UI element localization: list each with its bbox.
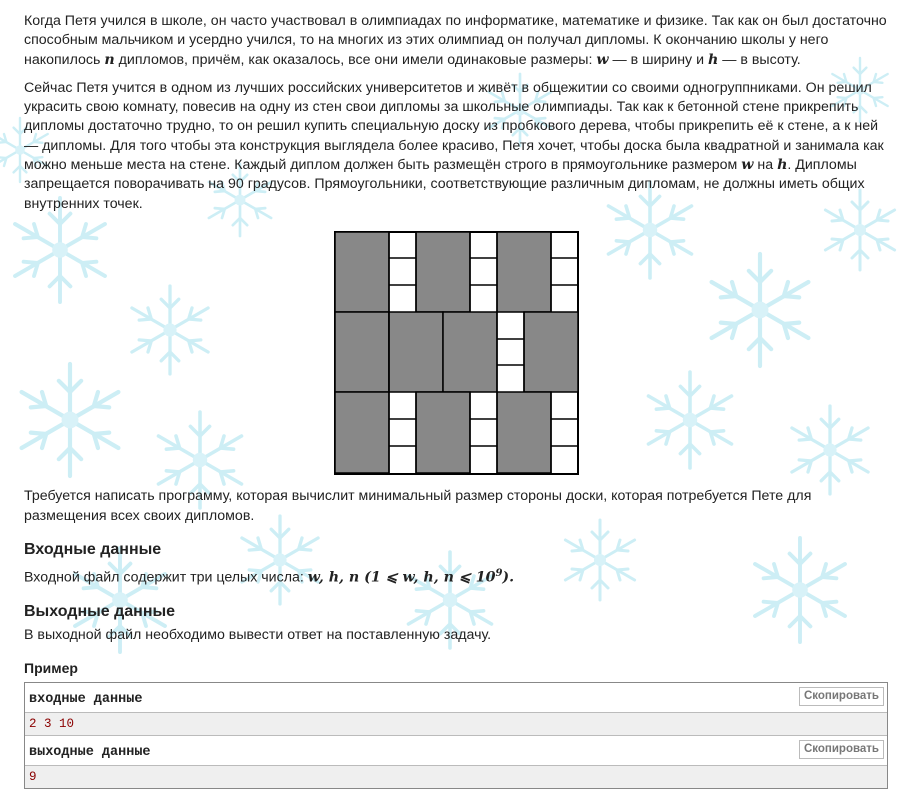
output-label: выходные данные [29, 745, 151, 761]
input-header: входные данные Скопировать [25, 683, 887, 714]
diploma [334, 311, 390, 393]
output-header: выходные данные Скопировать [25, 736, 887, 767]
diploma [388, 311, 444, 393]
input-label: входные данные [29, 692, 143, 708]
diploma [496, 231, 552, 313]
input-value[interactable]: 2 3 10 [25, 713, 887, 737]
paragraph-intro: Когда Петя учился в школе, он часто учас… [24, 13, 887, 68]
input-section-text: Входной файл содержит три целых числа: w… [24, 567, 515, 586]
paragraph-story: Сейчас Петя учится в одном из лучших рос… [24, 79, 884, 212]
diploma [442, 311, 498, 393]
diploma [415, 391, 471, 474]
output-section-title: Выходные данные [24, 602, 176, 620]
example-title: Пример [24, 660, 78, 677]
diploma [523, 311, 579, 393]
diploma [415, 231, 471, 313]
paragraph-task: Требуется написать программу, которая вы… [24, 488, 812, 524]
problem-statement: Когда Петя учился в школе, он часто учас… [24, 12, 889, 789]
copy-output-button[interactable]: Скопировать [798, 740, 884, 760]
input-section-title: Входные данные [24, 540, 162, 558]
copy-input-button[interactable]: Скопировать [798, 687, 884, 707]
output-value[interactable]: 9 [25, 766, 887, 789]
diploma [334, 391, 390, 474]
diploma-layout-figure [334, 230, 579, 475]
diploma [334, 231, 390, 313]
diploma [496, 391, 552, 474]
output-section-text: В выходной файл необходимо вывести ответ… [24, 626, 492, 643]
example-box: входные данные Скопировать 2 3 10 выходн… [24, 682, 888, 789]
